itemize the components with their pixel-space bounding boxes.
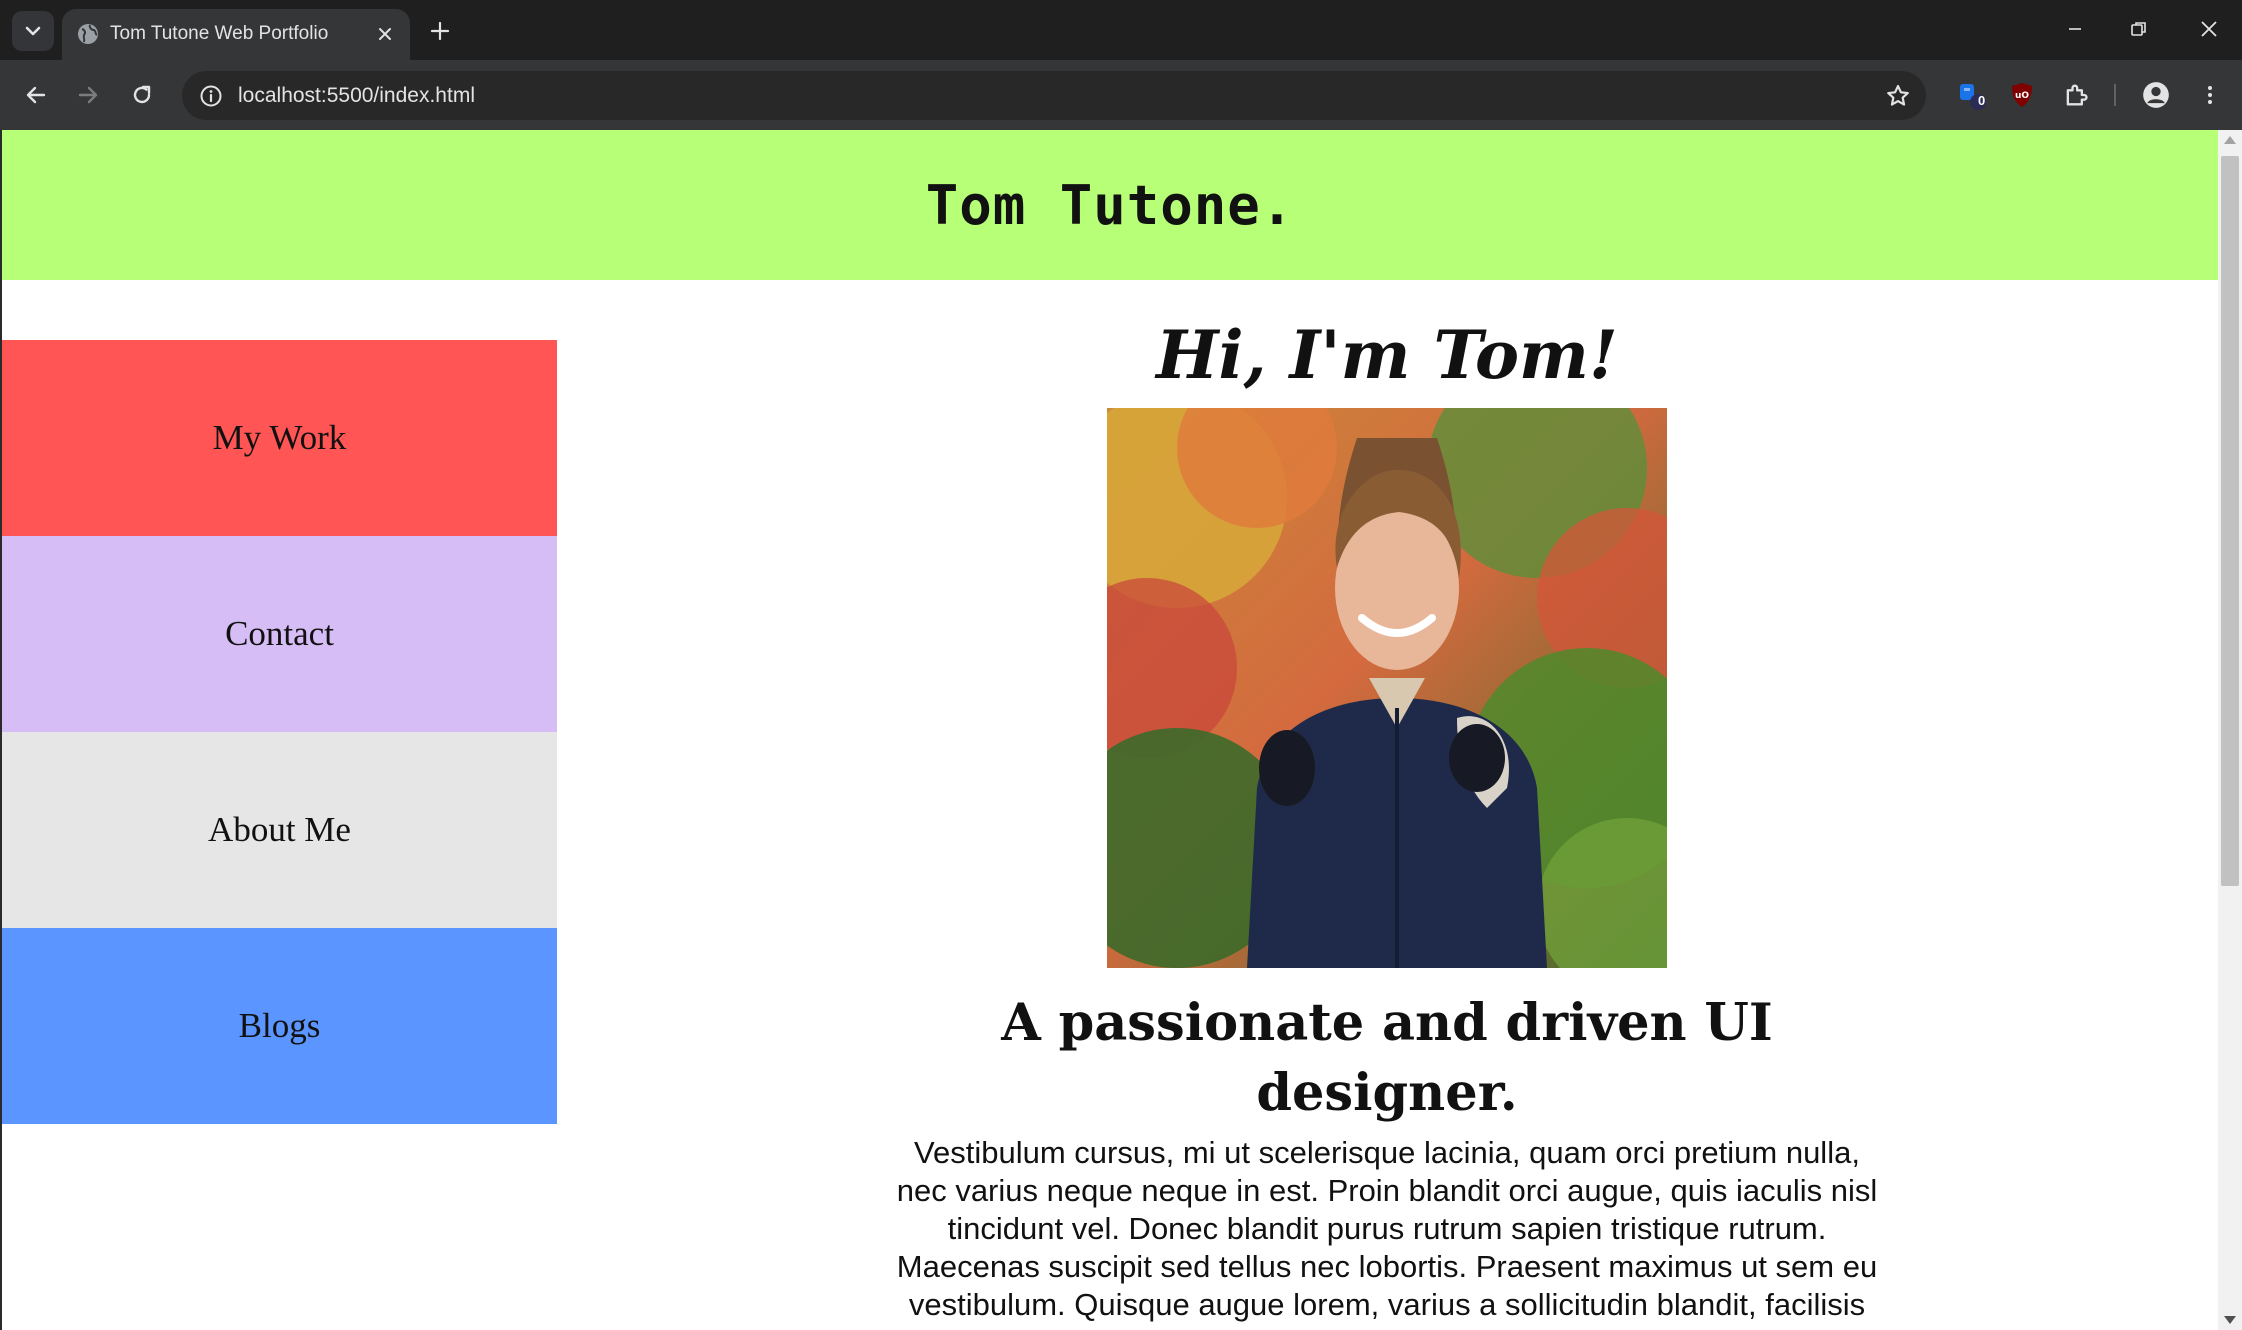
minimize-icon [2069,28,2081,30]
puzzle-icon [2066,84,2088,106]
address-bar[interactable]: localhost:5500/index.html [182,71,1926,120]
back-button[interactable] [16,75,56,115]
browser-toolbar: localhost:5500/index.html 0 uO [0,60,2242,130]
scrollbar-thumb[interactable] [2221,156,2239,886]
arrow-right-icon [78,86,98,104]
more-vert-icon [2208,86,2212,104]
page-viewport: Tom Tutone. My Work Contact About Me Blo… [0,130,2242,1330]
site-header: Tom Tutone. [2,130,2218,280]
extension-button[interactable]: 0 [1952,75,1992,115]
nav-item-my-work[interactable]: My Work [2,340,557,536]
reload-icon [133,85,151,104]
close-icon [2201,21,2217,37]
tab-search-button[interactable] [12,11,54,51]
forward-button[interactable] [68,75,108,115]
extensions-menu-button[interactable] [2056,75,2096,115]
side-nav: My Work Contact About Me Blogs [2,340,557,1124]
profile-photo [1107,408,1667,968]
profile-button[interactable] [2136,75,2176,115]
globe-icon [78,24,98,44]
shield-icon: uO [2012,83,2032,107]
info-icon [200,85,222,107]
reload-button[interactable] [122,75,162,115]
minimize-button[interactable] [2042,0,2108,58]
tab-title: Tom Tutone Web Portfolio [110,23,329,44]
restore-button[interactable] [2106,0,2172,58]
scroll-down-arrow[interactable] [2224,1316,2236,1324]
arrow-left-icon [26,86,46,104]
star-icon [1887,84,1909,106]
close-icon [379,28,391,40]
close-window-button[interactable] [2176,0,2242,58]
browser-menu-button[interactable] [2190,75,2230,115]
vertical-scrollbar[interactable] [2218,130,2242,1330]
tab-close-button[interactable] [372,21,398,47]
hero-title: Hi, I'm Tom! [1156,316,1618,394]
url-text: localhost:5500/index.html [238,84,475,107]
new-tab-button[interactable] [424,15,456,47]
tab-strip: Tom Tutone Web Portfolio [0,0,2242,60]
tagline: A passionate and driven UI designer. [1001,993,1773,1123]
site-logo[interactable]: Tom Tutone. [926,174,1295,237]
site-info-button[interactable] [196,81,226,111]
main-content: Hi, I'm Tom! A passionate and driven UI … [862,305,1912,1330]
profile-icon [2143,82,2169,108]
page-content: Tom Tutone. My Work Contact About Me Blo… [0,130,2218,1330]
ublock-extension-button[interactable]: uO [2002,75,2042,115]
extension-badge-count: 0 [1978,93,1986,108]
bookmark-button[interactable] [1882,80,1914,112]
toolbar-separator [2114,84,2116,106]
restore-icon [2131,22,2146,36]
active-tab[interactable]: Tom Tutone Web Portfolio [62,9,410,60]
chevron-down-icon [25,26,41,36]
nav-item-contact[interactable]: Contact [2,536,557,732]
nav-item-blogs[interactable]: Blogs [2,928,557,1124]
scroll-up-arrow[interactable] [2224,136,2236,144]
bio-paragraph: Vestibulum cursus, mi ut scelerisque lac… [896,1135,1878,1330]
svg-text:uO: uO [2015,91,2029,101]
plus-icon [430,21,450,41]
nav-item-about-me[interactable]: About Me [2,732,557,928]
